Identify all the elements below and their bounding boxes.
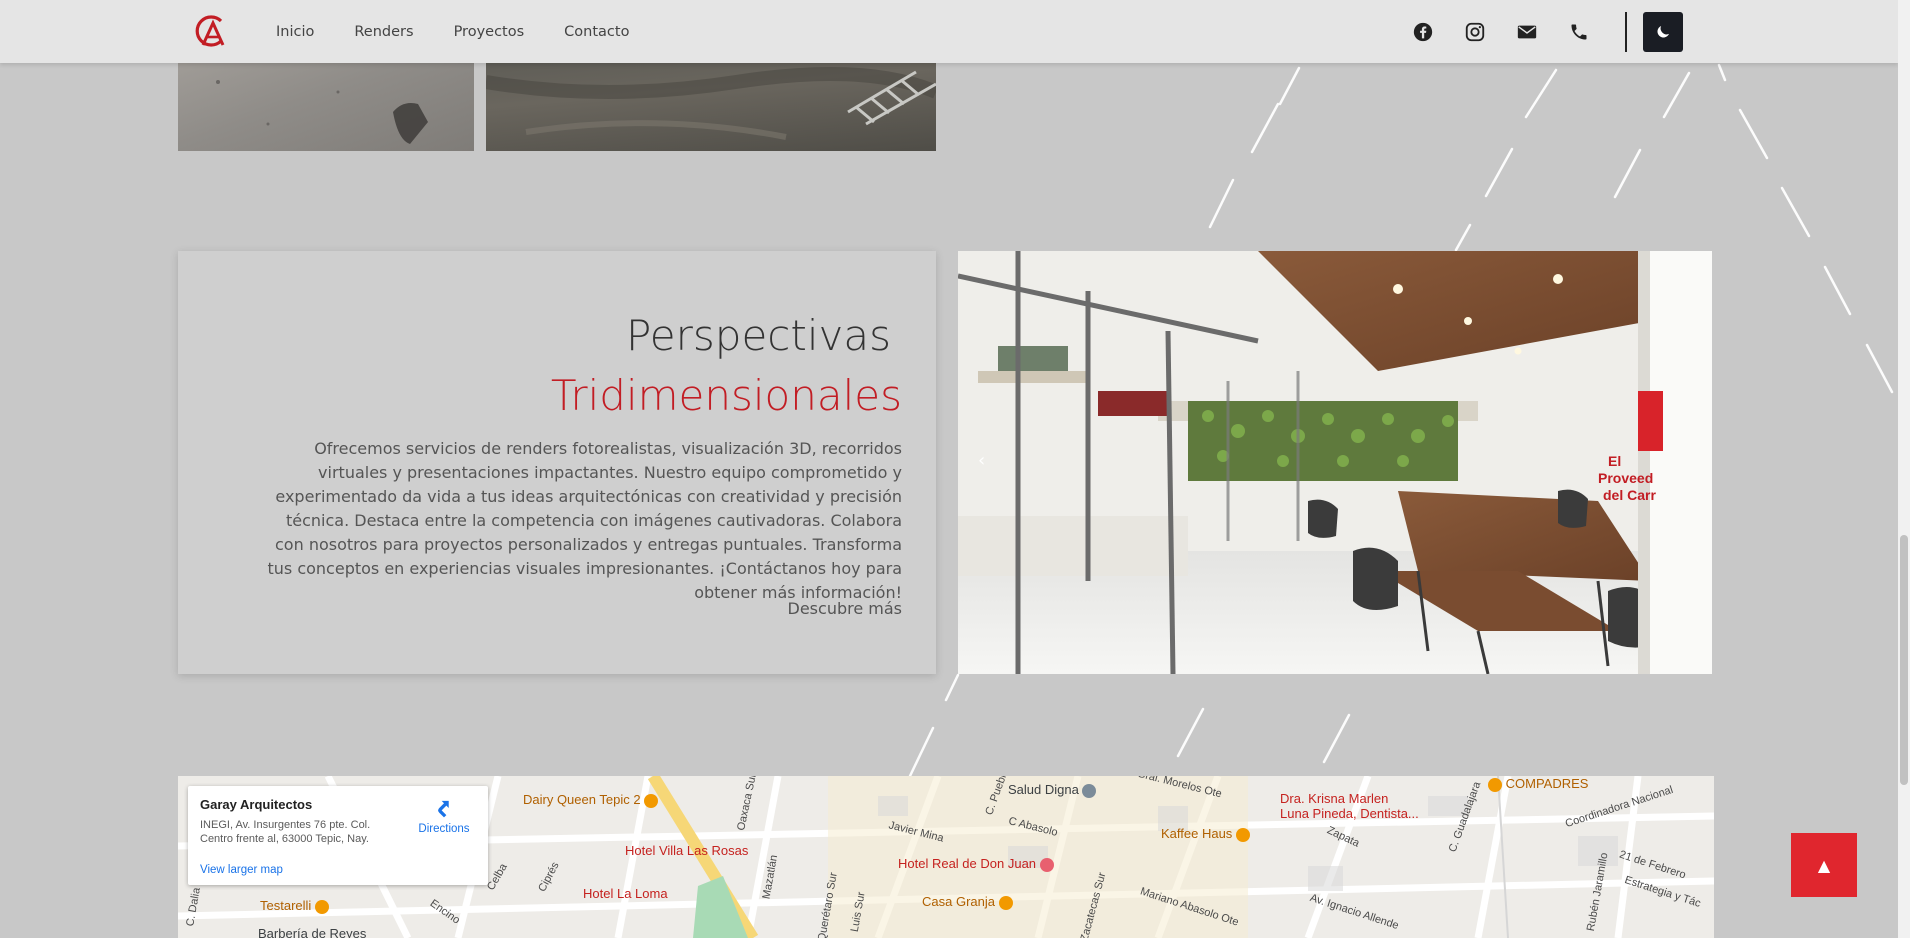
poi-dentista-line1[interactable]: Dra. Krisna Marlen — [1280, 791, 1388, 806]
poi-label: Dra. Krisna Marlen — [1280, 791, 1389, 806]
map-info-card: Garay Arquitectos INEGI, Av. Insurgentes… — [188, 786, 488, 885]
map-address: INEGI, Av. Insurgentes 76 pte. Col. Cent… — [200, 819, 371, 845]
nav-link-inicio[interactable]: Inicio — [276, 24, 314, 40]
section-title: Perspectivas — [625, 311, 891, 360]
render-sign-line-3: del Carr — [1603, 487, 1656, 503]
directions-icon — [438, 800, 449, 818]
restaurant-pin-icon — [1488, 777, 1502, 792]
pin-icon — [1082, 783, 1097, 798]
poi-casa-granja[interactable]: Casa Granja — [922, 894, 1013, 910]
instagram-icon[interactable] — [1463, 20, 1487, 44]
poi-label: Barbería de Reyes — [258, 926, 367, 938]
nav-link-proyectos[interactable]: Proyectos — [454, 24, 525, 40]
poi-dairy-queen[interactable]: Dairy Queen Tepic 2 — [523, 792, 659, 808]
back-to-top-button[interactable]: ▲ — [1791, 833, 1857, 897]
poi-hotel-real-de-don-juan[interactable]: Hotel Real de Don Juan — [898, 856, 1054, 872]
poi-label: Casa Granja — [922, 894, 995, 909]
map-place-name: Garay Arquitectos — [200, 797, 313, 812]
cafe-pin-icon — [1235, 827, 1250, 842]
office-render-image[interactable]: El Proveed del Carr ‹ — [958, 251, 1712, 674]
render-sign-line-1: El — [1608, 453, 1621, 469]
mail-icon[interactable] — [1515, 20, 1539, 44]
poi-hotel-villa-las-rosas[interactable]: Hotel Villa Las Rosas — [625, 843, 748, 858]
restaurant-pin-icon — [998, 895, 1013, 910]
location-map[interactable]: Garay Arquitectos INEGI, Av. Insurgentes… — [178, 776, 1714, 938]
section-title-accent: Tridimensionales — [550, 371, 902, 420]
poi-label: Kaffee Haus — [1161, 826, 1233, 841]
poi-kaffee-haus[interactable]: Kaffee Haus — [1161, 826, 1250, 842]
scrollbar-thumb[interactable] — [1900, 535, 1908, 785]
nav-divider — [1625, 12, 1627, 52]
poi-label: Hotel La Loma — [583, 886, 668, 901]
social-icons — [1411, 0, 1619, 63]
view-larger-map-link[interactable]: View larger map — [200, 864, 283, 876]
perspectivas-card: Perspectivas Tridimensionales Ofrecemos … — [178, 251, 936, 674]
slider-prev-arrow[interactable]: ‹ — [978, 450, 985, 471]
discover-more-link[interactable]: Descubre más — [788, 599, 902, 618]
moon-icon — [1657, 26, 1669, 38]
poi-testarelli[interactable]: Testarelli — [260, 898, 329, 914]
render-sign-line-2: Proveed — [1598, 470, 1653, 486]
poi-label: Luna Pineda, Dentista... — [1280, 806, 1419, 821]
brand-logo[interactable] — [191, 13, 227, 49]
facebook-icon[interactable] — [1411, 20, 1435, 44]
poi-dentista-line2[interactable]: Luna Pineda, Dentista... — [1280, 806, 1419, 821]
restaurant-pin-icon — [644, 793, 659, 808]
restaurant-pin-icon — [314, 899, 329, 914]
poi-label: Salud Digna — [1008, 782, 1079, 797]
nav-link-contacto[interactable]: Contacto — [564, 24, 629, 40]
project-photo-1[interactable] — [178, 52, 474, 151]
phone-icon[interactable] — [1567, 20, 1591, 44]
nav-link-renders[interactable]: Renders — [354, 24, 413, 40]
main-nav: Inicio Renders Proyectos Contacto — [276, 0, 629, 63]
page-scrollbar[interactable] — [1898, 0, 1910, 938]
poi-salud-digna[interactable]: Salud Digna — [1008, 782, 1097, 798]
poi-compadres[interactable]: COMPADRES — [1488, 776, 1588, 792]
top-navbar: Inicio Renders Proyectos Contacto — [0, 0, 1898, 63]
map-directions-label: Directions — [418, 823, 470, 835]
poi-barberia[interactable]: Barbería de Reyes — [258, 926, 366, 938]
project-photo-2[interactable] — [486, 52, 936, 151]
poi-hotel-la-loma[interactable]: Hotel La Loma — [583, 886, 668, 901]
dark-mode-toggle[interactable] — [1643, 12, 1683, 52]
map-directions-button[interactable]: Directions — [414, 798, 474, 835]
poi-label: Hotel Real de Don Juan — [898, 856, 1037, 871]
poi-label: Dairy Queen Tepic 2 — [523, 792, 641, 807]
poi-label: COMPADRES — [1505, 776, 1589, 791]
poi-label: Hotel Villa Las Rosas — [625, 843, 749, 858]
hotel-pin-icon — [1039, 857, 1054, 872]
section-description: Ofrecemos servicios de renders fotoreali… — [267, 439, 902, 602]
poi-label: Testarelli — [260, 898, 312, 913]
